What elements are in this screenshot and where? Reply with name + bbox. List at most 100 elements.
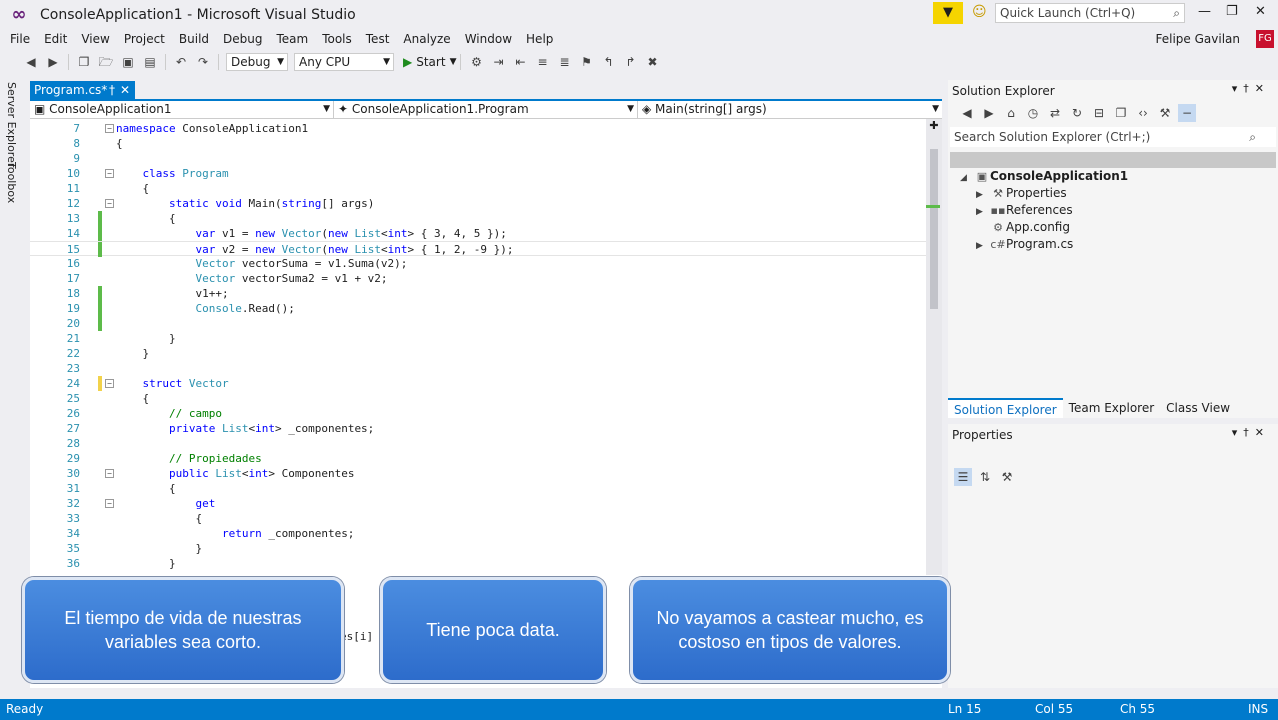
code-line[interactable]: 20 — [30, 316, 926, 331]
menu-team[interactable]: Team — [269, 32, 315, 46]
tab-team-explorer[interactable]: Team Explorer — [1063, 398, 1161, 418]
menu-tools[interactable]: Tools — [315, 32, 359, 46]
view-code-icon[interactable]: ‹› — [1134, 104, 1152, 122]
collapse-outline-icon[interactable]: − — [105, 469, 114, 478]
collapsed-arrow-icon[interactable]: ▶ — [976, 204, 990, 221]
panel-controls[interactable]: ▾†✕ — [1232, 426, 1270, 439]
solution-config-select[interactable]: Debug ▼ — [226, 53, 288, 71]
code-line[interactable]: 36 } — [30, 556, 926, 571]
minimize-button[interactable]: — — [1198, 4, 1211, 19]
tree-item-references[interactable]: ▶ ▪▪References — [976, 202, 1073, 219]
collapse-outline-icon[interactable]: − — [105, 169, 114, 178]
code-line[interactable]: 23 — [30, 361, 926, 376]
close-button[interactable]: ✕ — [1255, 4, 1266, 19]
code-line[interactable]: 28 — [30, 436, 926, 451]
code-line[interactable]: 7 − namespace ConsoleApplication1 — [30, 121, 926, 136]
new-project-icon[interactable]: ❐ — [75, 53, 93, 71]
code-line[interactable]: 13 { — [30, 211, 926, 226]
menu-edit[interactable]: Edit — [37, 32, 74, 46]
editor-vertical-scrollbar[interactable] — [926, 119, 942, 575]
code-line[interactable]: 12 − static void Main(string[] args) — [30, 196, 926, 211]
start-button[interactable]: ▶ Start ▼ — [403, 55, 456, 69]
code-line[interactable]: 8{ — [30, 136, 926, 151]
toolbox-tab[interactable]: Toolbox — [5, 162, 18, 203]
collapse-outline-icon[interactable]: − — [105, 124, 114, 133]
collapsed-arrow-icon[interactable]: ▶ — [976, 238, 990, 255]
class-dropdown[interactable]: ✦ ConsoleApplication1.Program ▼ — [334, 101, 638, 119]
prev-bookmark-icon[interactable]: ↰ — [599, 53, 617, 71]
solution-root-row[interactable] — [950, 152, 1276, 168]
code-line[interactable]: 10 − class Program — [30, 166, 926, 181]
alphabetical-icon[interactable]: ⇅ — [976, 468, 994, 486]
uncomment-icon[interactable]: ≣ — [555, 53, 573, 71]
undo-icon[interactable]: ↶ — [172, 53, 190, 71]
user-name[interactable]: Felipe Gavilan — [1156, 32, 1241, 46]
menu-project[interactable]: Project — [117, 32, 172, 46]
code-line[interactable]: 26 // campo — [30, 406, 926, 421]
menu-file[interactable]: File — [3, 32, 37, 46]
attach-icon[interactable]: ⚙ — [467, 53, 485, 71]
home-icon[interactable]: ⌂ — [1002, 104, 1020, 122]
tree-item-program-cs[interactable]: ▶ c#Program.cs — [976, 236, 1073, 253]
show-all-files-icon[interactable]: ❐ — [1112, 104, 1130, 122]
pin-icon[interactable]: † — [109, 81, 115, 100]
code-line[interactable]: 29 // Propiedades — [30, 451, 926, 466]
code-editor[interactable]: 7− namespace ConsoleApplication1 8{9 10− cl… — [30, 119, 926, 575]
categorized-icon[interactable]: ☰ — [954, 468, 972, 486]
back-icon[interactable]: ◀ — [958, 104, 976, 122]
code-line[interactable]: 16 Vector vectorSuma = v1.Suma(v2); — [30, 256, 926, 271]
code-line[interactable]: 15 var v2 = new Vector(new List<int> { 1… — [30, 241, 926, 257]
next-bookmark-icon[interactable]: ↱ — [621, 53, 639, 71]
notifications-filter-icon[interactable]: ▼ — [933, 2, 963, 24]
history-icon[interactable]: ◷ — [1024, 104, 1042, 122]
code-line[interactable]: 9 — [30, 151, 926, 166]
outdent-icon[interactable]: ⇤ — [511, 53, 529, 71]
menu-analyze[interactable]: Analyze — [396, 32, 457, 46]
tree-item-app-config[interactable]: ⚙ App.config — [990, 219, 1070, 236]
collapse-outline-icon[interactable]: − — [105, 199, 114, 208]
save-all-icon[interactable]: ▤ — [141, 53, 159, 71]
forward-icon[interactable]: ▶ — [44, 53, 62, 71]
expanded-arrow-icon[interactable]: ◢ — [960, 170, 974, 187]
code-line[interactable]: 25 { — [30, 391, 926, 406]
properties-wrench-icon[interactable]: ⚒ — [1156, 104, 1174, 122]
server-explorer-tab[interactable]: Server Explorer — [5, 82, 18, 167]
code-line[interactable]: 19 Console.Read(); — [30, 301, 926, 316]
comment-icon[interactable]: ≡ — [533, 53, 551, 71]
code-line[interactable]: 14 var v1 = new Vector(new List<int> { 3… — [30, 226, 926, 241]
code-line[interactable]: 30 − public List<int> Componentes — [30, 466, 926, 481]
menu-view[interactable]: View — [74, 32, 116, 46]
code-line[interactable]: 27 private List<int> _componentes; — [30, 421, 926, 436]
menu-build[interactable]: Build — [172, 32, 216, 46]
property-pages-icon[interactable]: ⚒ — [998, 468, 1016, 486]
tab-program-cs[interactable]: Program.cs* † ✕ — [30, 81, 135, 100]
save-icon[interactable]: ▣ — [119, 53, 137, 71]
bookmark-icon[interactable]: ⚑ — [577, 53, 595, 71]
tab-solution-explorer[interactable]: Solution Explorer — [948, 398, 1063, 418]
tree-item-properties[interactable]: ▶ ⚒ Properties — [976, 185, 1067, 202]
code-line[interactable]: 34 return _componentes; — [30, 526, 926, 541]
code-line[interactable]: 18 v1++; — [30, 286, 926, 301]
tab-class-view[interactable]: Class View — [1160, 398, 1236, 418]
clear-bookmarks-icon[interactable]: ✖ — [643, 53, 661, 71]
tree-item-project[interactable]: ◢ ▣ ConsoleApplication1 — [960, 168, 1128, 185]
panel-controls[interactable]: ▾†✕ — [1232, 82, 1270, 95]
member-dropdown[interactable]: ◈ Main(string[] args) ▼ — [638, 101, 942, 119]
back-icon[interactable]: ◀ — [22, 53, 40, 71]
project-dropdown[interactable]: ▣ ConsoleApplication1 ▼ — [30, 101, 334, 119]
preview-icon[interactable]: − — [1178, 104, 1196, 122]
indent-icon[interactable]: ⇥ — [489, 53, 507, 71]
menu-debug[interactable]: Debug — [216, 32, 269, 46]
code-line[interactable]: 31 { — [30, 481, 926, 496]
restore-button[interactable]: ❐ — [1226, 4, 1238, 19]
user-avatar[interactable]: FG — [1256, 30, 1274, 48]
forward-icon[interactable]: ▶ — [980, 104, 998, 122]
code-line[interactable]: 32 − get — [30, 496, 926, 511]
code-line[interactable]: 11 { — [30, 181, 926, 196]
scrollbar-thumb[interactable] — [930, 149, 938, 309]
menu-test[interactable]: Test — [359, 32, 397, 46]
collapse-all-icon[interactable]: ⊟ — [1090, 104, 1108, 122]
code-line[interactable]: 24 − struct Vector — [30, 376, 926, 391]
menu-window[interactable]: Window — [458, 32, 519, 46]
sync-icon[interactable]: ⇄ — [1046, 104, 1064, 122]
